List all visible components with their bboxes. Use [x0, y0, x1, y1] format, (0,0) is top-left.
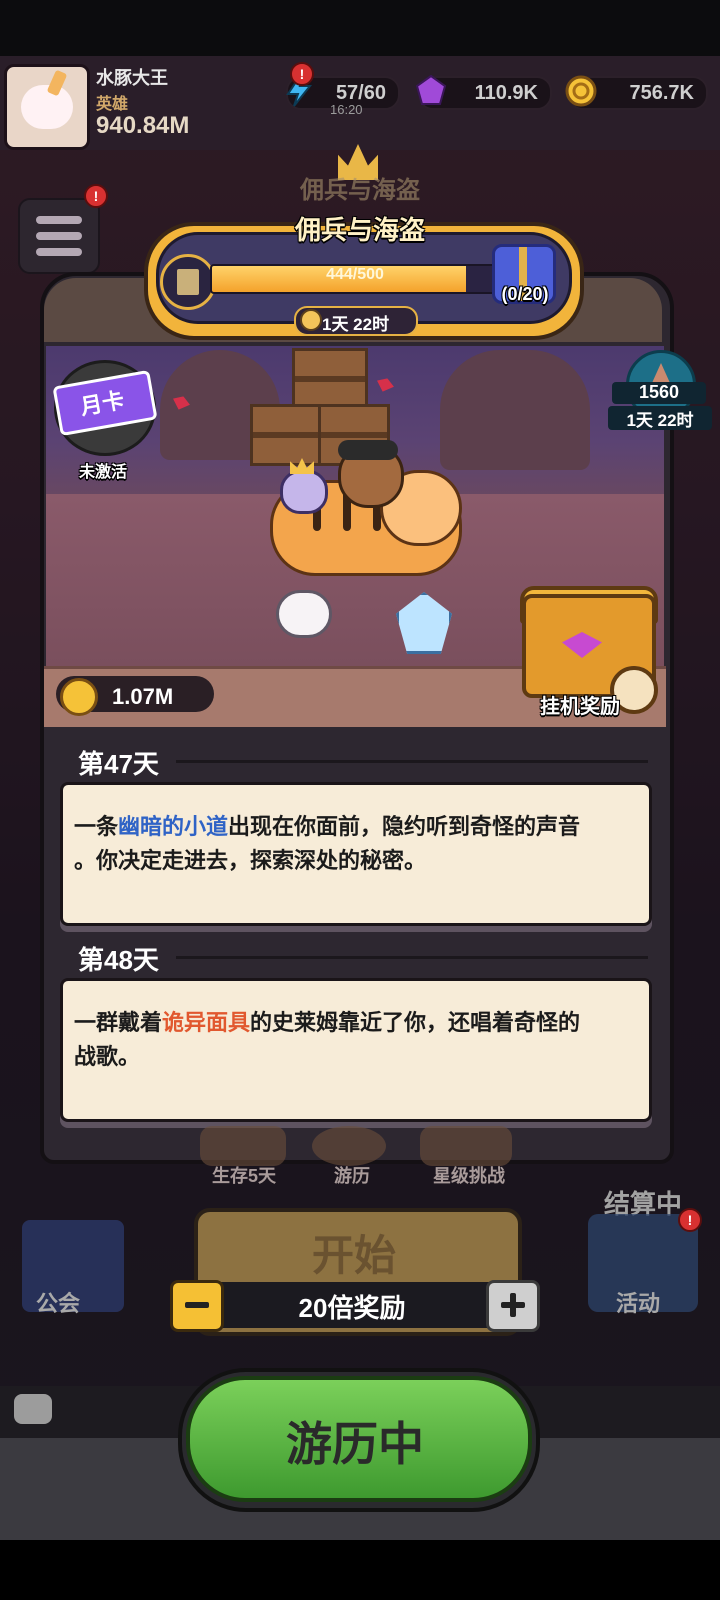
decrease-multiplier-button[interactable]: [170, 1280, 224, 1332]
tab-star-challenge[interactable]: 星级挑战: [414, 1162, 524, 1188]
quest-book-icon[interactable]: [160, 254, 216, 310]
unicorn-slime-pet-icon: [276, 590, 332, 638]
increase-multiplier-button[interactable]: [486, 1280, 540, 1332]
event-time-left: 1天 22时: [322, 315, 390, 334]
month-card-status: 未激活: [78, 464, 127, 481]
crate-decoration: [292, 348, 368, 410]
clock-icon: [300, 309, 322, 331]
gems-pill[interactable]: 110.9K: [415, 74, 552, 110]
log-text-part: 一群戴着: [74, 1010, 163, 1035]
coin-icon: [60, 678, 98, 716]
log-day-header: 第47天: [78, 749, 159, 779]
rank-time-left: 1天 22时: [608, 406, 712, 430]
tab-survive[interactable]: 生存5天: [196, 1162, 292, 1188]
coins-value: 756.7K: [629, 82, 695, 104]
event-progress-text: 444/500: [326, 266, 384, 283]
coins-pill[interactable]: 756.7K: [565, 75, 708, 110]
divider: [176, 760, 648, 763]
rock-decoration: [440, 350, 590, 470]
log-text-part: 的史莱姆靠近了你，还唱着奇怪的: [250, 1010, 581, 1035]
log-highlight-item: 诡异面具: [162, 1010, 251, 1035]
log-entry-text: 一条幽暗的小道出现在你面前，隐约听到奇怪的声音。你决定走进去，探索深处的秘密。: [74, 810, 644, 878]
reward-count: (0/20): [501, 284, 549, 304]
log-text-part: 战歌。: [74, 1044, 141, 1069]
energy-timer: 16:20: [330, 102, 363, 117]
hero-hat-icon: [338, 440, 398, 460]
gems-value: 110.9K: [474, 82, 538, 104]
activity-label: 活动: [616, 1291, 661, 1316]
log-text-part: 一条: [74, 814, 119, 839]
coin-icon: [565, 75, 597, 107]
event-title: 佣兵与海盗: [294, 215, 425, 245]
log-text-part: 。你决定走进去，探索深处的秘密。: [74, 848, 427, 873]
menu-line-icon: [36, 248, 82, 256]
multiplier-label: 20倍奖励: [298, 1293, 406, 1323]
crate-decoration: [250, 404, 322, 466]
player-rank: 英雄: [96, 96, 129, 113]
survive-tab-icon: [200, 1126, 286, 1166]
energy-alert-badge: !: [290, 62, 314, 86]
rank-value: 1560: [612, 382, 706, 404]
star-challenge-tab-icon: [420, 1126, 512, 1166]
slime-king-pet-icon: [280, 470, 328, 514]
gem-icon: [415, 74, 447, 105]
log-day-header: 第48天: [78, 945, 159, 975]
idle-reward-label[interactable]: 挂机奖励: [540, 690, 620, 719]
log-entry-text: 一群戴着诡异面具的史莱姆靠近了你，还唱着奇怪的战歌。: [74, 1006, 644, 1074]
activity-alert-badge: !: [678, 1208, 702, 1232]
guild-label: 公会: [36, 1291, 81, 1316]
player-avatar[interactable]: [4, 64, 90, 150]
system-nav-bar: [0, 1540, 720, 1600]
chat-icon[interactable]: [14, 1394, 52, 1424]
tab-travel[interactable]: 游历: [312, 1162, 392, 1188]
divider: [176, 956, 648, 959]
start-label: 开始: [311, 1232, 396, 1279]
combat-power: 940.84M: [96, 112, 190, 139]
log-text-part: 出现在你面前，隐约听到奇怪的声音: [228, 814, 581, 839]
idle-coins-value: 1.07M: [112, 684, 174, 709]
traveling-label: 游历中: [286, 1418, 424, 1470]
player-name: 水豚大王: [96, 68, 168, 88]
travel-tab-icon: [312, 1126, 386, 1166]
log-highlight-location: 幽暗的小道: [118, 814, 229, 839]
event-title-shadow: 佣兵与海盗: [300, 177, 420, 204]
